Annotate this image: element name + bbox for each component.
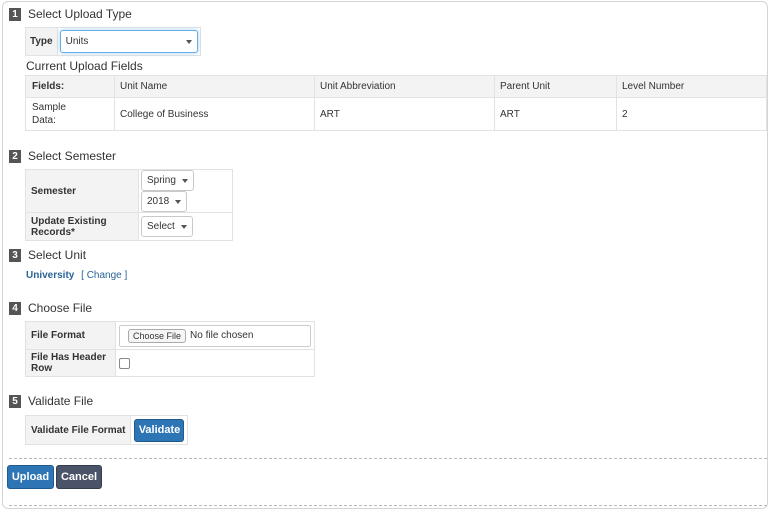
semester-select[interactable]: Spring: [141, 170, 194, 191]
table-row: Sample Data: College of Business ART ART…: [25, 97, 767, 131]
divider: [9, 505, 767, 506]
step-validate-file: 5 Validate File: [9, 393, 93, 409]
chevron-down-icon: [181, 178, 188, 183]
file-input[interactable]: Choose File No file chosen: [119, 324, 311, 347]
step-select-semester: 2 Select Semester: [9, 148, 116, 164]
table-cell: College of Business: [114, 97, 315, 131]
type-label: Type: [25, 27, 58, 56]
step-number-badge: 1: [9, 7, 21, 21]
step-title: Choose File: [28, 301, 93, 315]
step-number-badge: 5: [9, 394, 21, 408]
step-number-badge: 2: [9, 149, 21, 163]
step-number-badge: 4: [9, 301, 21, 315]
table-cell: ART: [494, 97, 617, 131]
column-header: Unit Abbreviation: [314, 75, 495, 98]
file-has-header-row-label: File Has Header Row: [25, 349, 116, 377]
update-existing-records-label: Update Existing Records*: [25, 212, 139, 241]
semester-table: Semester Spring 2018 Update Existing Rec…: [25, 169, 233, 241]
step-select-unit: 3 Select Unit: [9, 247, 86, 263]
change-unit-link[interactable]: [ Change ]: [81, 270, 127, 281]
cancel-button[interactable]: Cancel: [56, 465, 102, 489]
step-title: Select Upload Type: [28, 7, 132, 21]
semester-label: Semester: [25, 169, 139, 213]
column-header: Unit Name: [114, 75, 315, 98]
table-cell: Sample Data:: [25, 97, 115, 131]
divider: [9, 458, 767, 459]
validate-button[interactable]: Validate: [134, 418, 185, 442]
update-existing-records-select[interactable]: Select: [141, 216, 193, 237]
no-file-chosen-text: No file chosen: [190, 330, 254, 341]
current-upload-fields-heading: Current Upload Fields: [26, 59, 143, 73]
step-title: Select Semester: [28, 149, 117, 163]
semester-value: Spring: [147, 175, 176, 186]
chevron-down-icon: [175, 199, 182, 204]
step-select-upload-type: 1 Select Upload Type: [9, 6, 132, 22]
table-header-row: Fields: Unit Name Unit Abbreviation Pare…: [25, 75, 767, 98]
column-header: Level Number: [616, 75, 767, 98]
table-cell: 2: [616, 97, 767, 131]
upload-fields-table: Fields: Unit Name Unit Abbreviation Pare…: [25, 75, 767, 131]
validate-file-table: Validate File Format Validate: [24, 415, 189, 445]
selected-unit-name: University: [26, 270, 75, 281]
step-number-badge: 3: [9, 248, 21, 262]
year-value: 2018: [147, 196, 170, 207]
chevron-down-icon: [180, 224, 187, 229]
step-title: Select Unit: [28, 248, 87, 262]
upload-form-panel: 1 Select Upload Type Type Units Current …: [2, 1, 768, 509]
update-existing-records-value: Select: [147, 221, 175, 232]
choose-file-button[interactable]: Choose File: [128, 328, 187, 343]
column-header: Parent Unit: [494, 75, 617, 98]
upload-type-value: Units: [65, 36, 89, 47]
year-select[interactable]: 2018: [141, 191, 188, 212]
step-title: Validate File: [28, 394, 94, 408]
selected-unit-row: University [ Change ]: [26, 270, 127, 281]
upload-type-table: Type Units: [25, 27, 201, 56]
choose-file-table: File Format Choose File No file chosen F…: [25, 321, 315, 377]
column-header: Fields:: [25, 75, 115, 98]
step-choose-file: 4 Choose File: [9, 300, 92, 316]
upload-button[interactable]: Upload: [7, 465, 54, 489]
table-cell: ART: [314, 97, 495, 131]
file-format-label: File Format: [25, 321, 116, 350]
validate-file-format-label: Validate File Format: [24, 415, 132, 445]
header-row-checkbox[interactable]: [119, 357, 130, 369]
upload-type-select[interactable]: Units: [59, 30, 198, 53]
chevron-down-icon: [185, 39, 192, 44]
